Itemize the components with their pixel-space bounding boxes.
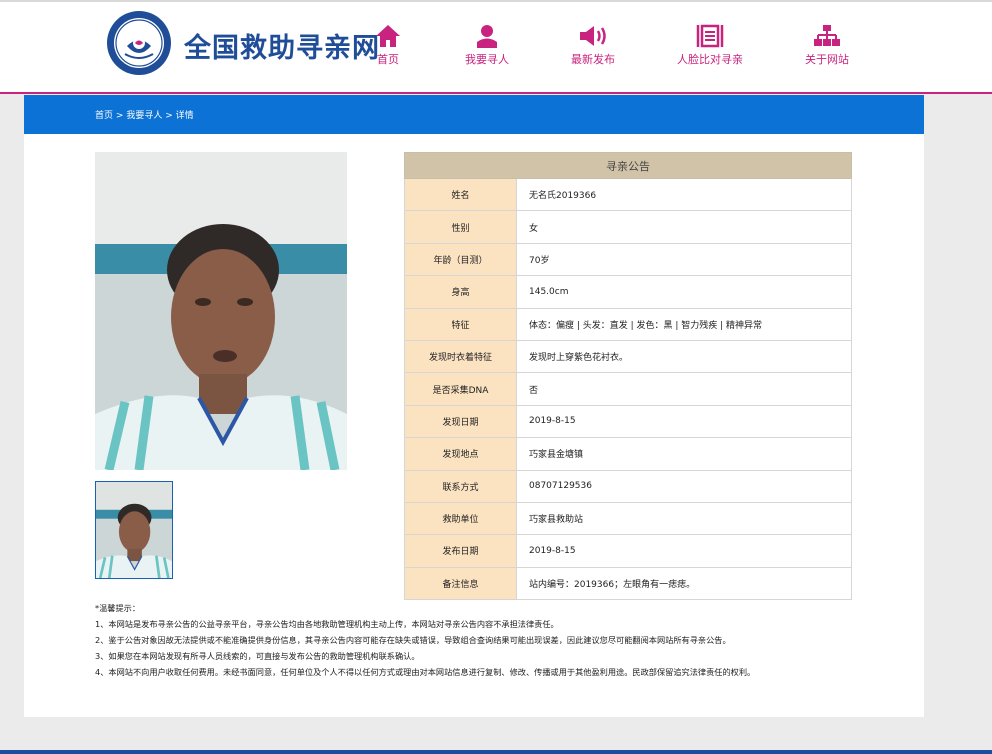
main-content: 首页 > 我要寻人 > 详情 寻亲公告 姓名 无名氏2019366 性别 女 年… [24,95,924,717]
face-compare-icon [696,24,724,48]
nav-latest-label: 最新发布 [571,53,615,66]
nav-home[interactable]: 首页 [333,24,443,67]
header-divider [0,92,992,94]
notice-item: 3、如果您在本网站发现有所寻人员线索的，可直接与发布公告的救助管理机构联系确认。 [95,651,420,661]
person-photo [95,152,347,470]
nav-face-compare-label: 人脸比对寻亲 [677,53,743,66]
table-row: 年龄（目测） 70岁 [404,242,852,277]
notice-table: 寻亲公告 姓名 无名氏2019366 性别 女 年龄（目测） 70岁 身高 14… [404,152,852,601]
nav-find-person[interactable]: 我要寻人 [432,24,542,67]
breadcrumb-current: 详情 [175,111,194,121]
row-value: 否 [516,372,852,406]
row-label: 是否采集DNA [404,372,517,406]
table-title: 寻亲公告 [404,152,852,179]
breadcrumb-find-person[interactable]: 我要寻人 [126,111,162,121]
table-row: 是否采集DNA 否 [404,372,852,406]
breadcrumb-home[interactable]: 首页 [95,111,113,121]
row-label: 备注信息 [404,566,517,601]
row-value: 发现时上穿紫色花衬衣。 [516,339,852,374]
row-value: 2019-8-15 [516,404,852,439]
home-icon [376,25,400,47]
row-label: 救助单位 [404,501,517,536]
table-row: 姓名 无名氏2019366 [404,177,852,212]
row-value: 巧家县救助站 [516,501,852,536]
row-label: 联系方式 [404,469,517,503]
notice-item: 1、本网站是发布寻亲公告的公益寻亲平台，寻亲公告均由各地救助管理机构主动上传，本… [95,619,559,629]
row-label: 发布日期 [404,534,517,568]
table-row: 特征 体态：偏瘦 | 头发：直发 | 发色：黑 | 智力残疾 | 精神异常 [404,307,852,341]
nav-face-compare[interactable]: 人脸比对寻亲 [655,24,765,67]
nav-home-label: 首页 [377,53,399,66]
table-row: 发现日期 2019-8-15 [404,404,852,439]
notice-item: 2、鉴于公告对象因故无法提供或不能准确提供身份信息，其寻亲公告内容可能存在缺失或… [95,635,731,645]
nav-about[interactable]: 关于网站 [772,24,882,67]
person-icon [477,25,497,48]
logo-seal-icon[interactable] [106,10,172,76]
row-label: 发现时衣着特征 [404,339,517,374]
disclaimer-notice: *温馨提示： 1、本网站是发布寻亲公告的公益寻亲平台，寻亲公告均由各地救助管理机… [95,600,915,680]
table-row: 身高 145.0cm [404,275,852,309]
table-row: 发布日期 2019-8-15 [404,534,852,568]
row-value: 站内编号：2019366；左眼角有一痣痣。 [516,566,852,601]
row-label: 年龄（目测） [404,242,517,277]
row-label: 发现日期 [404,404,517,439]
table-row: 联系方式 08707129536 [404,469,852,503]
footer-edge [0,750,992,754]
row-value: 女 [516,210,852,244]
row-value: 体态：偏瘦 | 头发：直发 | 发色：黑 | 智力残疾 | 精神异常 [516,307,852,341]
breadcrumb-separator: > [115,111,124,121]
table-row: 救助单位 巧家县救助站 [404,501,852,536]
nav-about-label: 关于网站 [805,53,849,66]
row-label: 姓名 [404,177,517,212]
row-label: 发现地点 [404,437,517,471]
table-row: 性别 女 [404,210,852,244]
notice-heading: *温馨提示： [95,603,141,613]
photo-thumbnail[interactable] [95,481,173,579]
table-row: 发现时衣着特征 发现时上穿紫色花衬衣。 [404,339,852,374]
row-label: 性别 [404,210,517,244]
row-value: 巧家县金塘镇 [516,437,852,471]
notice-item: 4、本网站不向用户收取任何费用。未经书面同意，任何单位及个人不得以任何方式或理由… [95,667,756,677]
row-label: 身高 [404,275,517,309]
nav-find-person-label: 我要寻人 [465,53,509,66]
table-row: 备注信息 站内编号：2019366；左眼角有一痣痣。 [404,566,852,601]
row-value: 无名氏2019366 [516,177,852,212]
table-row: 发现地点 巧家县金塘镇 [404,437,852,471]
breadcrumb-bar: 首页 > 我要寻人 > 详情 [24,95,924,134]
breadcrumb-separator: > [165,111,173,121]
row-value: 08707129536 [516,469,852,503]
row-value: 2019-8-15 [516,534,852,568]
site-header: 全国救助寻亲网 首页 我要寻人 最新发布 人脸比对寻亲 关于网站 [0,2,992,92]
nav-latest[interactable]: 最新发布 [538,24,648,67]
sitemap-icon [814,25,840,46]
row-value: 145.0cm [516,275,852,309]
row-label: 特征 [404,307,517,341]
speaker-icon [580,26,606,46]
row-value: 70岁 [516,242,852,277]
breadcrumb: 首页 > 我要寻人 > 详情 [95,108,194,121]
